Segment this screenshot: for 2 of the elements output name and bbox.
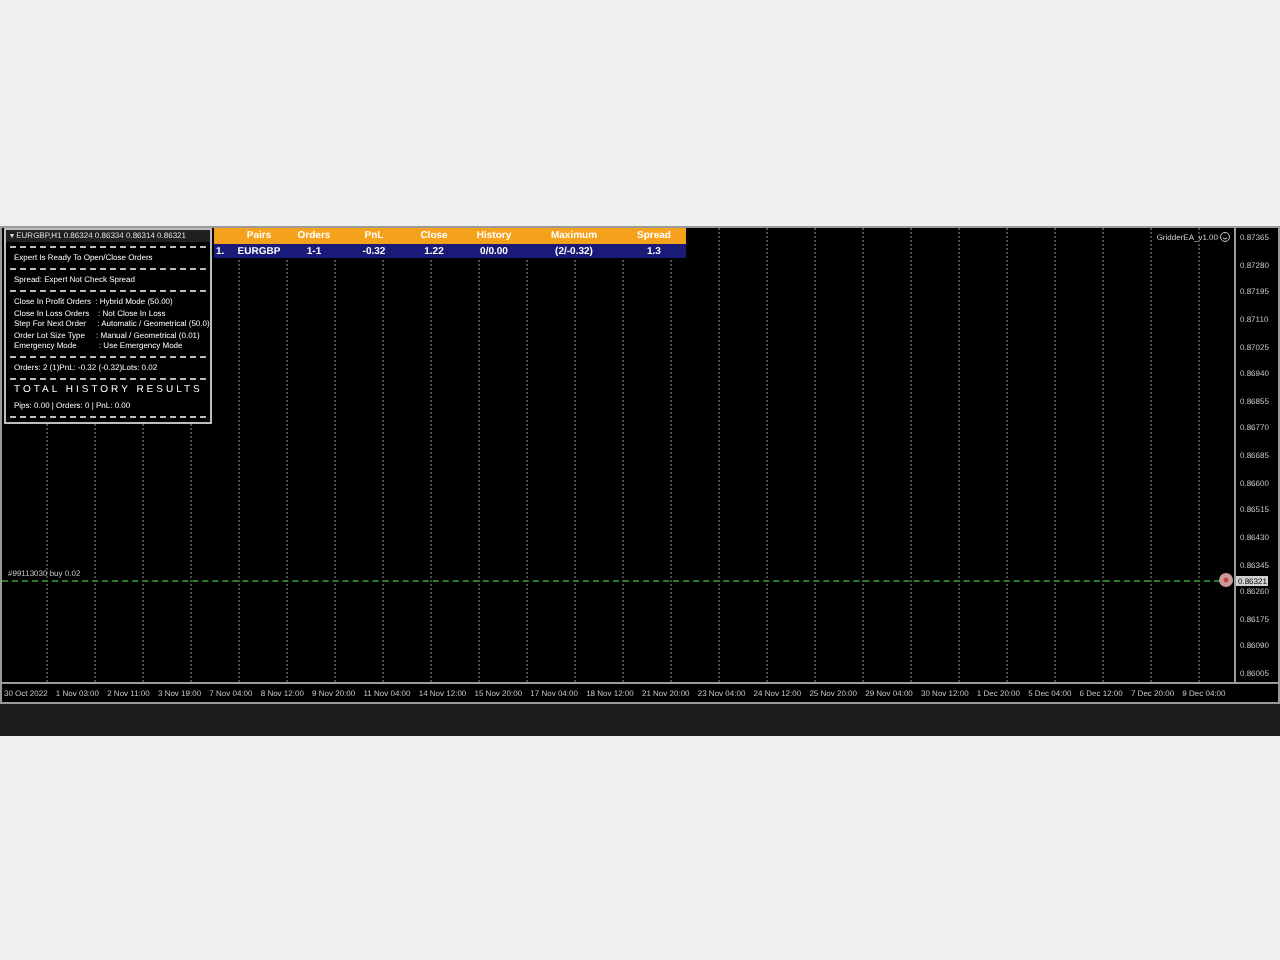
- price-marker-icon: [1218, 572, 1234, 588]
- smiley-icon: [1220, 232, 1230, 242]
